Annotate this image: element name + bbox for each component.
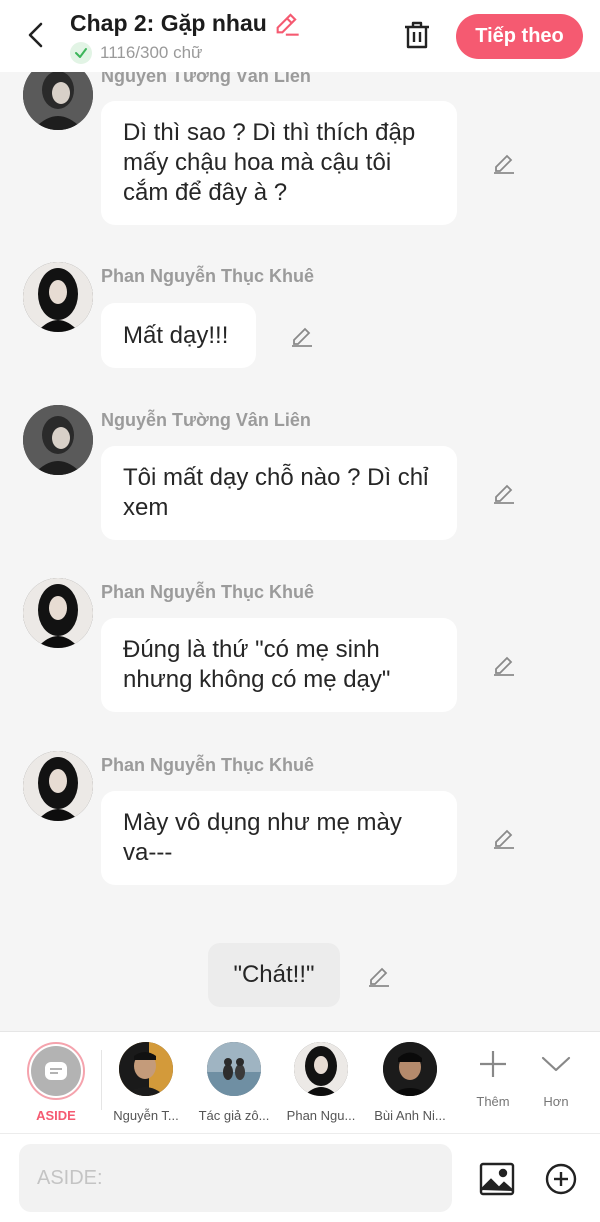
message-line: va---: [123, 839, 173, 866]
message-line: cắm để đây à ?: [123, 179, 288, 206]
message-line: Mày vô dụng như mẹ mày: [123, 809, 402, 836]
message-line: Dì thì sao ? Dì thì thích đập: [123, 119, 416, 146]
message-line: Mất dạy!!!: [123, 321, 229, 349]
check-icon: [70, 42, 92, 64]
word-count-row: 1116/300 chữ: [70, 42, 202, 64]
image-icon[interactable]: [477, 1159, 517, 1199]
title-row: Chap 2: Gặp nhau: [70, 9, 301, 37]
edit-title-pencil-icon[interactable]: [273, 9, 301, 37]
aside-bubble[interactable]: "Chát!!": [208, 943, 340, 1007]
avatar[interactable]: [23, 578, 93, 648]
edit-pencil-icon[interactable]: [490, 479, 518, 507]
sender-name: Nguyễn Tường Vân Liên: [101, 410, 311, 430]
composer-bar: [0, 1133, 600, 1222]
chevron-down-icon: [528, 1044, 584, 1084]
next-button[interactable]: Tiếp theo: [456, 14, 583, 59]
character-label: Bùi Anh Ni...: [374, 1108, 446, 1123]
character-label: Phan Ngu...: [286, 1108, 356, 1123]
message-line: nhưng không có mẹ dạy": [123, 666, 391, 693]
word-count: 1116/300 chữ: [100, 43, 203, 62]
chat-area: Nguyễn Tường Vân Liên Dì thì sao ? Dì th…: [0, 0, 600, 1030]
edit-pencil-icon[interactable]: [490, 651, 518, 679]
top-bar: Chap 2: Gặp nhau 1116/300 chữ Tiếp theo: [0, 0, 600, 72]
sender-name: Phan Nguyễn Thục Khuê: [101, 582, 315, 602]
avatar: [119, 1042, 173, 1096]
message-bubble[interactable]: Đúng là thứ "có mẹ sinh nhưng không có m…: [101, 618, 457, 712]
character-avatar[interactable]: Bùi Anh Ni...: [366, 1042, 454, 1123]
avatar[interactable]: [23, 405, 93, 475]
character-label: ASIDE: [36, 1108, 76, 1123]
message-bubble[interactable]: Mày vô dụng như mẹ mày va---: [101, 791, 457, 885]
more-button[interactable]: Hơn: [528, 1044, 584, 1109]
add-circle-icon[interactable]: [542, 1160, 580, 1198]
add-label: Thêm: [476, 1094, 510, 1109]
aside-icon: [31, 1046, 81, 1096]
trash-icon[interactable]: [398, 16, 436, 54]
message-bubble[interactable]: Tôi mất dạy chỗ nào ? Dì chỉ xem: [101, 446, 457, 540]
avatar[interactable]: [23, 262, 93, 332]
message-bubble[interactable]: Dì thì sao ? Dì thì thích đập mấy chậu h…: [101, 101, 457, 225]
character-avatar[interactable]: Phan Ngu...: [277, 1042, 365, 1123]
chapter-title[interactable]: Chap 2: Gặp nhau: [70, 10, 267, 37]
character-avatar[interactable]: Tác giả zô...: [190, 1042, 278, 1123]
sender-name: Phan Nguyễn Thục Khuê: [101, 266, 315, 286]
add-character-button[interactable]: Thêm: [465, 1044, 521, 1109]
character-aside[interactable]: ASIDE: [12, 1042, 100, 1123]
character-avatar[interactable]: Nguyễn T...: [102, 1042, 190, 1123]
message-line: xem: [123, 494, 169, 521]
sender-name: Phan Nguyễn Thục Khuê: [101, 755, 315, 775]
edit-pencil-icon[interactable]: [490, 824, 518, 852]
more-label: Hơn: [543, 1094, 569, 1109]
back-arrow-icon[interactable]: [20, 18, 50, 52]
message-line: Đúng là thứ "có mẹ sinh: [123, 636, 380, 663]
edit-pencil-icon[interactable]: [288, 322, 316, 350]
avatar: [294, 1042, 348, 1096]
aside-ring: [27, 1042, 85, 1100]
edit-pencil-icon[interactable]: [490, 149, 518, 177]
message-bubble[interactable]: Mất dạy!!!: [101, 303, 256, 368]
message-line: Tôi mất dạy chỗ nào ? Dì chỉ: [123, 464, 429, 491]
edit-pencil-icon[interactable]: [365, 962, 393, 990]
message-input[interactable]: [19, 1144, 452, 1212]
avatar: [207, 1042, 261, 1096]
character-bar: ASIDE Nguyễn T... Tác giả zô... Phan Ngu…: [0, 1031, 600, 1133]
plus-icon: [465, 1044, 521, 1084]
avatar[interactable]: [23, 751, 93, 821]
character-label: Tác giả zô...: [198, 1108, 270, 1123]
character-label: Nguyễn T...: [113, 1108, 179, 1123]
message-line: mấy chậu hoa mà cậu tôi: [123, 149, 392, 176]
avatar: [383, 1042, 437, 1096]
